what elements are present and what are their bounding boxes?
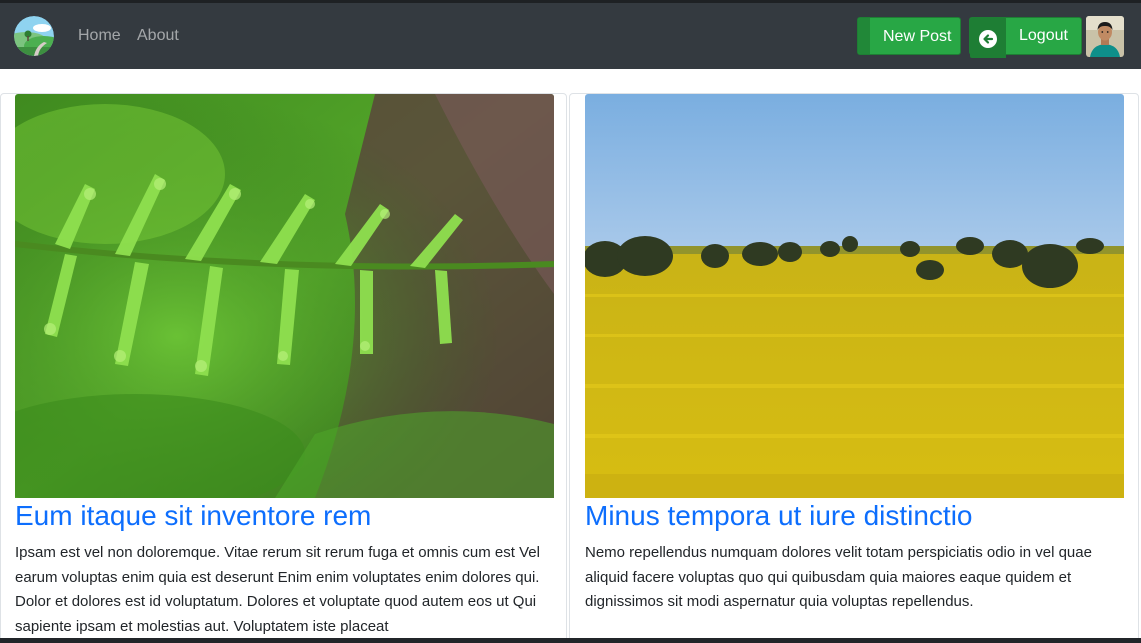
- post-title[interactable]: Minus tempora ut iure distinctio: [585, 501, 973, 531]
- navbar: Home About New Post Logout: [0, 3, 1141, 69]
- bottom-border: [0, 638, 1141, 643]
- arrow-left-circle-icon: [979, 30, 997, 48]
- nav-link-home[interactable]: Home: [78, 26, 121, 46]
- new-post-label: New Post: [883, 28, 952, 45]
- new-post-button[interactable]: New Post: [857, 17, 961, 55]
- post-excerpt: Nemo repellendus numquam dolores velit t…: [585, 544, 1092, 610]
- logout-button[interactable]: Logout: [969, 17, 1082, 58]
- user-avatar[interactable]: [1086, 16, 1124, 57]
- post-card[interactable]: Eum itaque sit inventore rem Ipsam est v…: [0, 93, 567, 643]
- logout-icon-box: [970, 18, 1006, 58]
- post-card[interactable]: Minus tempora ut iure distinctio Nemo re…: [569, 93, 1139, 643]
- landscape-logo-icon[interactable]: [14, 16, 54, 56]
- post-title[interactable]: Eum itaque sit inventore rem: [15, 501, 371, 531]
- button-edge: [858, 18, 870, 54]
- logout-label: Logout: [1019, 27, 1068, 44]
- nav-link-about[interactable]: About: [137, 26, 179, 46]
- fern-closeup-photo[interactable]: [15, 94, 554, 498]
- canola-field-photo[interactable]: [585, 94, 1124, 498]
- post-excerpt: Ipsam est vel non doloremque. Vitae reru…: [15, 544, 540, 635]
